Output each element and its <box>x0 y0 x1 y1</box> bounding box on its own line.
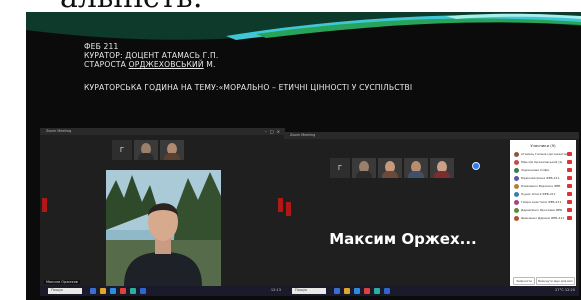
thumbnail-participant[interactable] <box>160 140 184 160</box>
active-speaker-name: Максим Оржех... <box>329 230 477 248</box>
participant-name: Максим Оржеховський (я) <box>521 160 563 164</box>
thumbnail-participant[interactable] <box>134 140 158 160</box>
zoom-icon[interactable] <box>140 288 146 294</box>
thumbnail-participant[interactable] <box>352 158 376 178</box>
participant-name: Хаджинова Софія <box>521 168 550 172</box>
participant-avatar <box>514 192 519 197</box>
right-meeting-screenshot: Zoom Meeting Г Максим Оржех... Учасники … <box>284 132 579 296</box>
thumbnail-initial[interactable]: Г <box>330 158 350 178</box>
participant-avatar <box>514 168 519 173</box>
taskbar-search[interactable]: Пошук <box>48 288 82 294</box>
mute-all-button[interactable]: Вимкнути звук для всіх <box>536 277 575 285</box>
participant-name: Дерев'янко Ярослава ФЕБ <box>521 208 563 212</box>
window-titlebar: Zoom Meeting <box>284 132 579 139</box>
taskbar-search[interactable]: Пошук <box>292 288 326 294</box>
muted-mic-icon[interactable] <box>567 192 572 196</box>
muted-mic-icon[interactable] <box>567 184 572 188</box>
participant-avatar <box>514 216 519 221</box>
thumbnail-initial[interactable]: Г <box>112 140 132 160</box>
participant-avatar <box>514 152 519 157</box>
speaker-video <box>106 170 221 286</box>
participant-row[interactable]: Шевченко Дарина ФЕБ-211 <box>514 216 574 221</box>
participant-row[interactable]: Бірюкова Ірина ФЕБ-211 <box>514 176 574 181</box>
participant-name: Атамась Галина (організатор) <box>521 152 569 156</box>
headman-suffix: М. <box>203 60 216 69</box>
presentation-slide: ФЕБ 211 КУРАТОР: ДОЦЕНТ АТАМАСЬ Г.П. СТА… <box>26 12 581 300</box>
folder-icon[interactable] <box>100 288 106 294</box>
app-icon[interactable] <box>120 288 126 294</box>
participant-name: Луцик Олеся ФЕБ-211 <box>521 192 556 196</box>
participant-row[interactable]: Луцик Олеся ФЕБ-211 <box>514 192 574 197</box>
browser-icon[interactable] <box>354 288 360 294</box>
muted-mic-icon[interactable] <box>567 152 572 156</box>
zoom-icon[interactable] <box>384 288 390 294</box>
app-icon[interactable] <box>364 288 370 294</box>
participant-name: Коваленко Вероніка ФЕБ <box>521 184 561 188</box>
browser-icon[interactable] <box>110 288 116 294</box>
window-controls[interactable]: –□× <box>265 129 283 134</box>
muted-mic-icon[interactable] <box>567 200 572 204</box>
thumbnail-participant[interactable] <box>378 158 402 178</box>
thumbnail-participant[interactable] <box>430 158 454 178</box>
participant-avatar <box>514 176 519 181</box>
muted-mic-icon[interactable] <box>567 160 572 164</box>
curator-label: КУРАТОР: ДОЦЕНТ АТАМАСЬ Г.П. <box>84 51 219 60</box>
group-label: ФЕБ 211 <box>84 42 119 51</box>
scroll-left-arrow[interactable] <box>286 202 291 216</box>
window-title: Zoom Meeting <box>290 133 316 137</box>
participant-row[interactable]: Атамась Галина (організатор) <box>514 152 574 157</box>
taskbar: Пошук 12:13 <box>40 286 285 296</box>
participants-panel: Учасники (9) Атамась Галина (організатор… <box>510 140 576 288</box>
app-icon[interactable] <box>130 288 136 294</box>
app-icon[interactable] <box>334 288 340 294</box>
muted-mic-icon[interactable] <box>567 168 572 172</box>
muted-mic-icon[interactable] <box>567 216 572 220</box>
participant-name: Гмиря Анастасія ФЕБ-211 <box>521 200 562 204</box>
participant-row[interactable]: Хаджинова Софія <box>514 168 574 173</box>
participant-avatar <box>514 184 519 189</box>
blue-dot-icon[interactable] <box>472 162 480 170</box>
scroll-right-arrow[interactable] <box>278 198 283 212</box>
folder-icon[interactable] <box>344 288 350 294</box>
participant-thumbnails: Г <box>330 158 454 178</box>
participants-panel-title: Учасники (9) <box>530 143 556 148</box>
participant-row[interactable]: Гмиря Анастасія ФЕБ-211 <box>514 200 574 205</box>
window-titlebar: Zoom Meeting –□× <box>40 128 285 135</box>
muted-mic-icon[interactable] <box>567 176 572 180</box>
headman-label: СТАРОСТА ОРДЖЕХОВСЬКИЙ М. <box>84 60 216 69</box>
taskbar-clock: 27°C 12:20 <box>555 288 575 292</box>
participant-row[interactable]: Дерев'янко Ярослава ФЕБ <box>514 208 574 213</box>
taskbar-icons <box>90 288 146 294</box>
document-heading: альність: <box>0 0 581 12</box>
left-meeting-screenshot: Zoom Meeting –□× Г Максим Оржехов Пошук <box>40 128 285 296</box>
participant-row[interactable]: Коваленко Вероніка ФЕБ <box>514 184 574 189</box>
headman-surname: ОРДЖЕХОВСЬКИЙ <box>128 60 204 69</box>
participant-avatar <box>514 160 519 165</box>
invite-button[interactable]: Запросити <box>513 277 535 285</box>
taskbar: Пошук 27°C 12:20 <box>284 286 579 296</box>
topic-label: КУРАТОРСЬКА ГОДИНА НА ТЕМУ:«МОРАЛЬНО – Е… <box>84 83 413 92</box>
app-icon[interactable] <box>90 288 96 294</box>
thumbnail-participant[interactable] <box>404 158 428 178</box>
participant-name: Бірюкова Ірина ФЕБ-211 <box>521 176 560 180</box>
participant-row[interactable]: Максим Оржеховський (я) <box>514 160 574 165</box>
scroll-left-arrow[interactable] <box>42 198 47 212</box>
participant-thumbnails: Г <box>112 140 184 160</box>
taskbar-icons <box>334 288 390 294</box>
muted-mic-icon[interactable] <box>567 208 572 212</box>
video-name-tag: Максим Оржехов <box>44 280 80 284</box>
taskbar-clock: 12:13 <box>270 288 281 292</box>
app-icon[interactable] <box>374 288 380 294</box>
participant-name: Шевченко Дарина ФЕБ-211 <box>521 216 565 220</box>
participant-avatar <box>514 200 519 205</box>
participant-avatar <box>514 208 519 213</box>
headman-prefix: СТАРОСТА <box>84 60 129 69</box>
window-title: Zoom Meeting <box>46 129 72 133</box>
